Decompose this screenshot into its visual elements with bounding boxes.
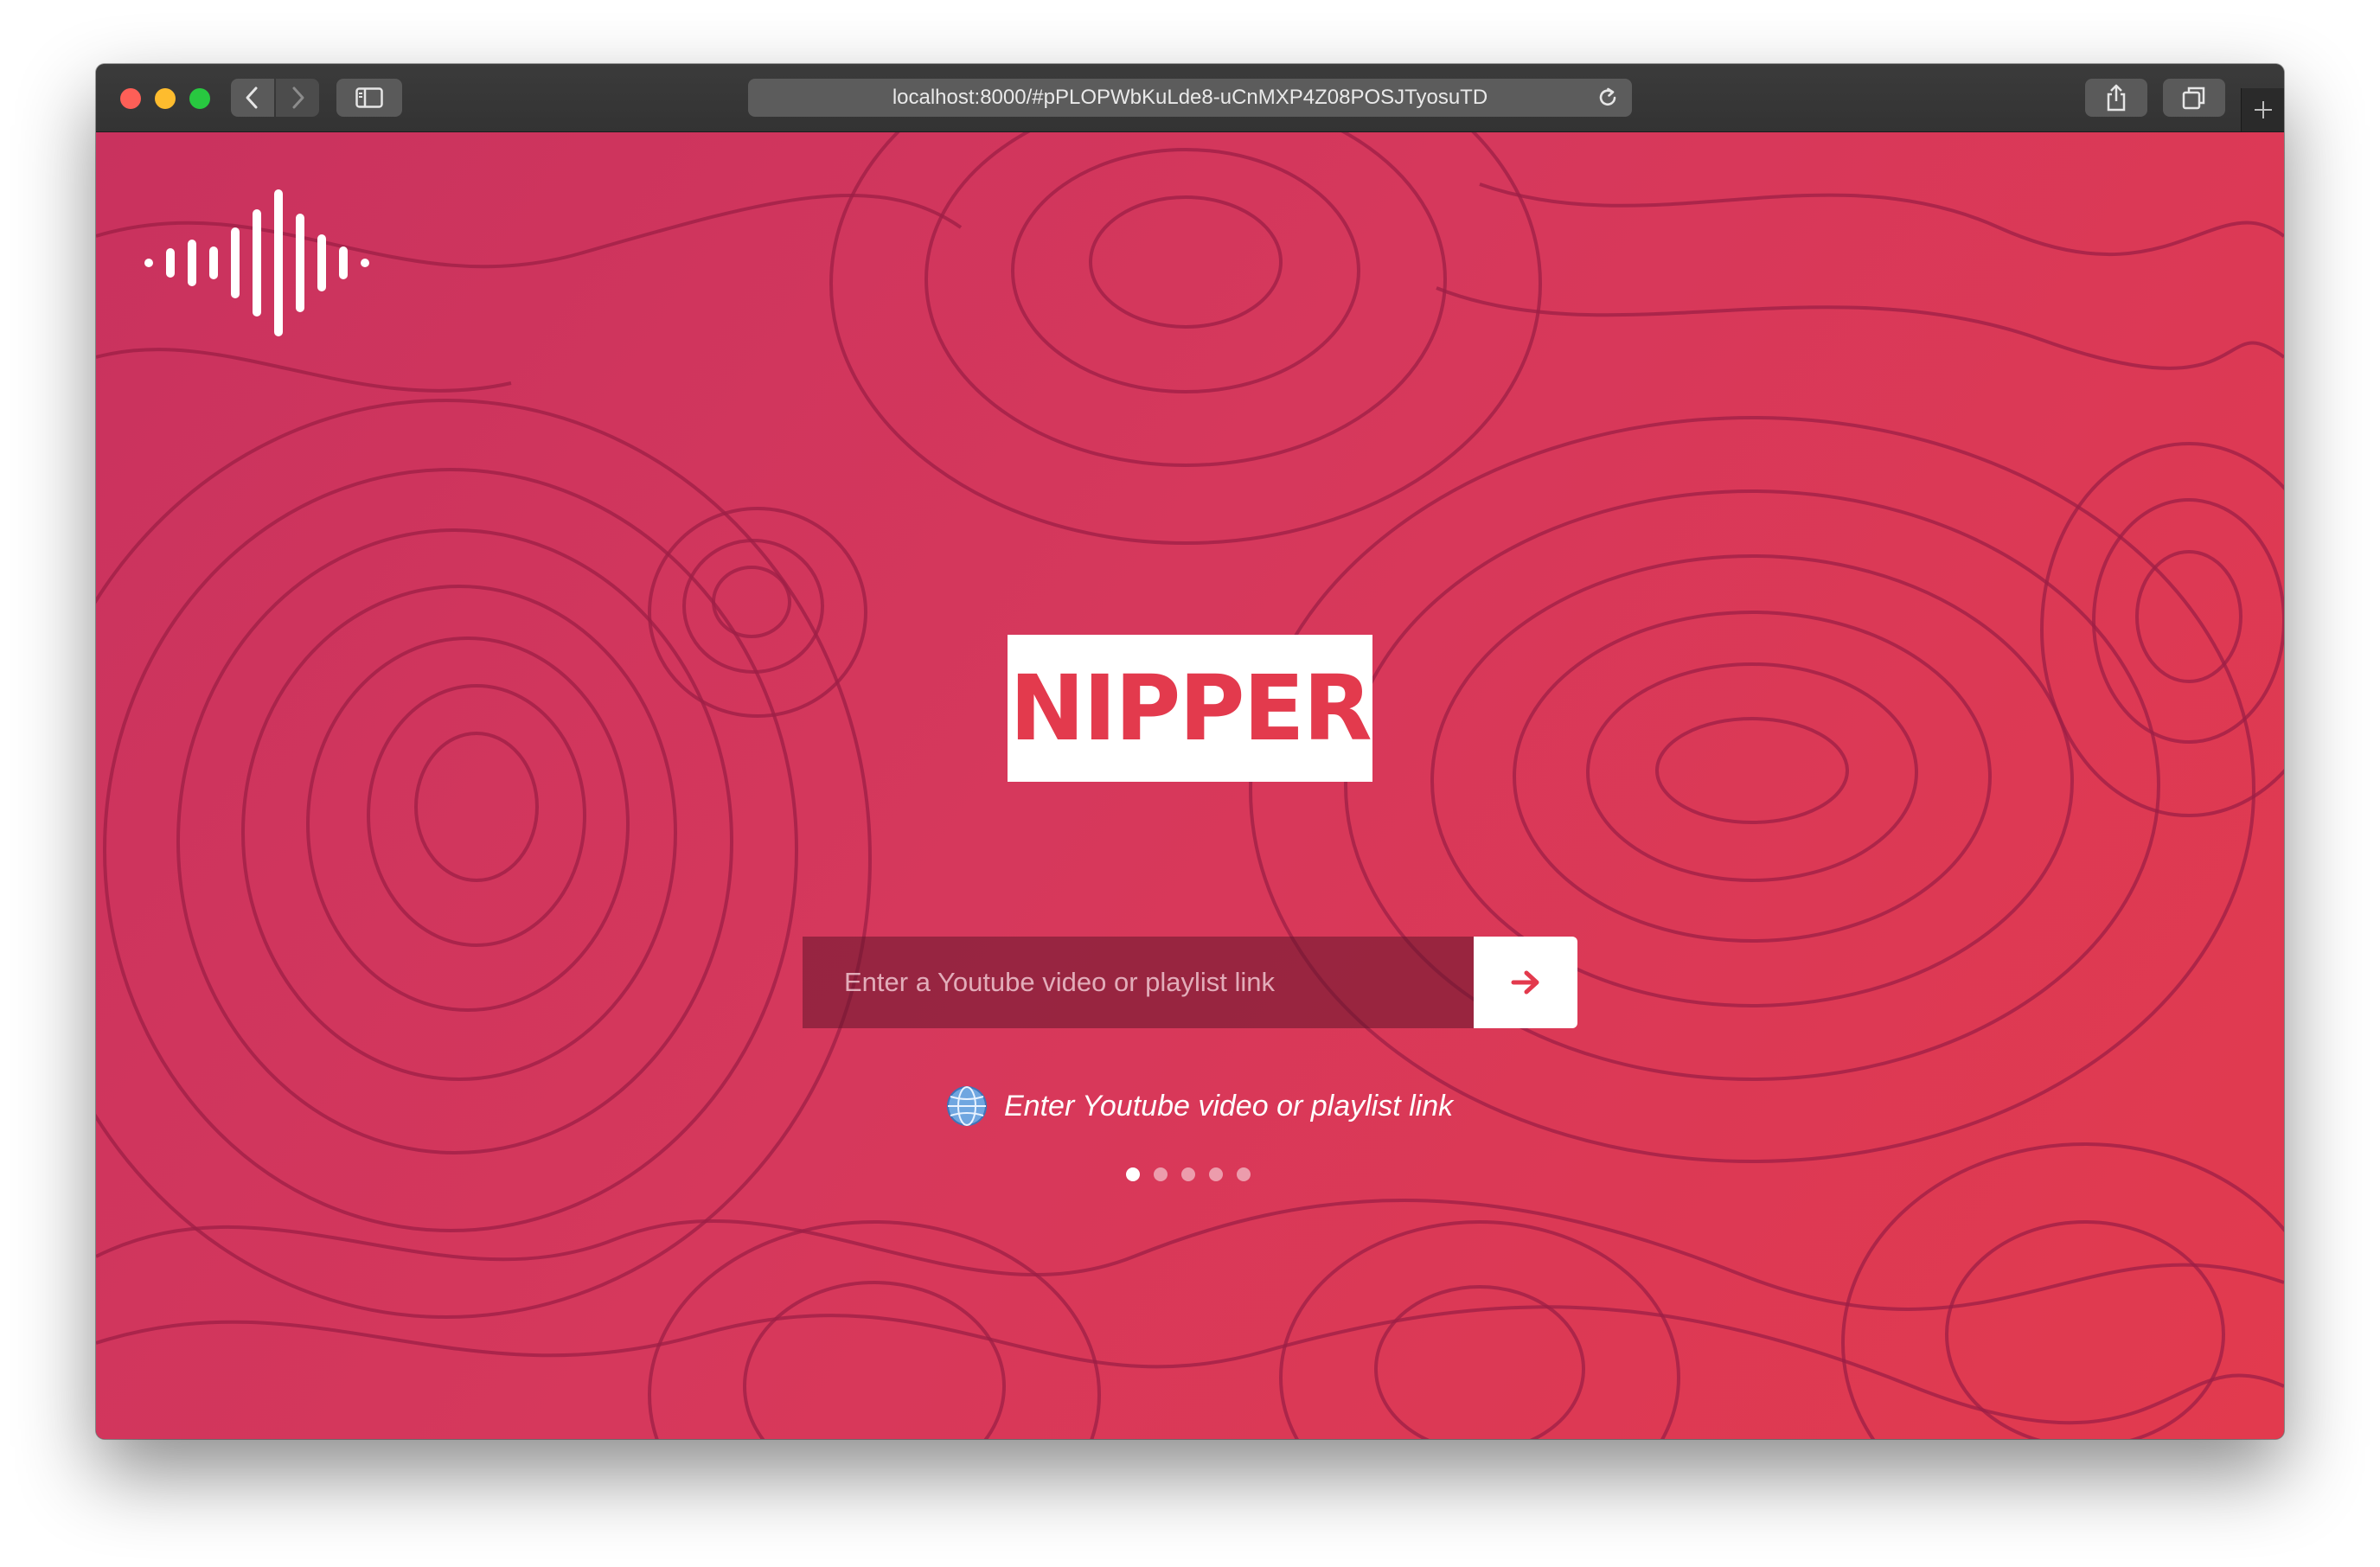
- search-form: [803, 937, 1577, 1028]
- address-bar[interactable]: localhost:8000/#pPLOPWbKuLde8-uCnMXP4Z08…: [748, 79, 1632, 117]
- globe-icon: [947, 1086, 987, 1126]
- arrow-right-icon: [1511, 970, 1539, 995]
- carousel-dot[interactable]: [1237, 1167, 1251, 1181]
- new-tab-button[interactable]: [2241, 88, 2284, 131]
- back-button[interactable]: [231, 79, 274, 117]
- topographic-background: [96, 132, 2284, 1439]
- chevron-left-icon: [246, 86, 258, 109]
- browser-toolbar: localhost:8000/#pPLOPWbKuLde8-uCnMXP4Z08…: [96, 64, 2284, 132]
- share-button[interactable]: [2085, 79, 2147, 117]
- maximize-window-button[interactable]: [189, 88, 210, 109]
- hint-text: Enter Youtube video or playlist link: [1004, 1089, 1454, 1122]
- tab-overview-button[interactable]: [2163, 79, 2225, 117]
- carousel-dot[interactable]: [1126, 1167, 1140, 1181]
- close-window-button[interactable]: [120, 88, 141, 109]
- brand-name: NIPPER: [1009, 656, 1372, 761]
- sidebar-icon: [355, 87, 383, 108]
- carousel-indicators: [1126, 1167, 1251, 1181]
- hint-message: Enter Youtube video or playlist link: [945, 1082, 1453, 1130]
- browser-window: localhost:8000/#pPLOPWbKuLde8-uCnMXP4Z08…: [96, 64, 2284, 1439]
- plus-icon: [2255, 101, 2272, 118]
- reload-icon[interactable]: [1596, 86, 1620, 110]
- link-input[interactable]: [803, 937, 1474, 1028]
- sidebar-toggle-button[interactable]: [336, 79, 402, 117]
- tabs-icon: [2182, 86, 2205, 110]
- page-content: NIPPER Enter Youtube video or playlist l…: [96, 132, 2284, 1439]
- carousel-dot[interactable]: [1154, 1167, 1168, 1181]
- forward-button[interactable]: [276, 79, 319, 117]
- address-url: localhost:8000/#pPLOPWbKuLde8-uCnMXP4Z08…: [892, 86, 1488, 109]
- minimize-window-button[interactable]: [155, 88, 176, 109]
- share-icon: [2107, 84, 2126, 112]
- brand-logo: NIPPER: [1008, 635, 1372, 782]
- chevron-right-icon: [292, 86, 304, 109]
- sound-wave-icon: [144, 189, 369, 336]
- carousel-dot[interactable]: [1181, 1167, 1195, 1181]
- carousel-dot[interactable]: [1209, 1167, 1223, 1181]
- submit-button[interactable]: [1474, 937, 1577, 1028]
